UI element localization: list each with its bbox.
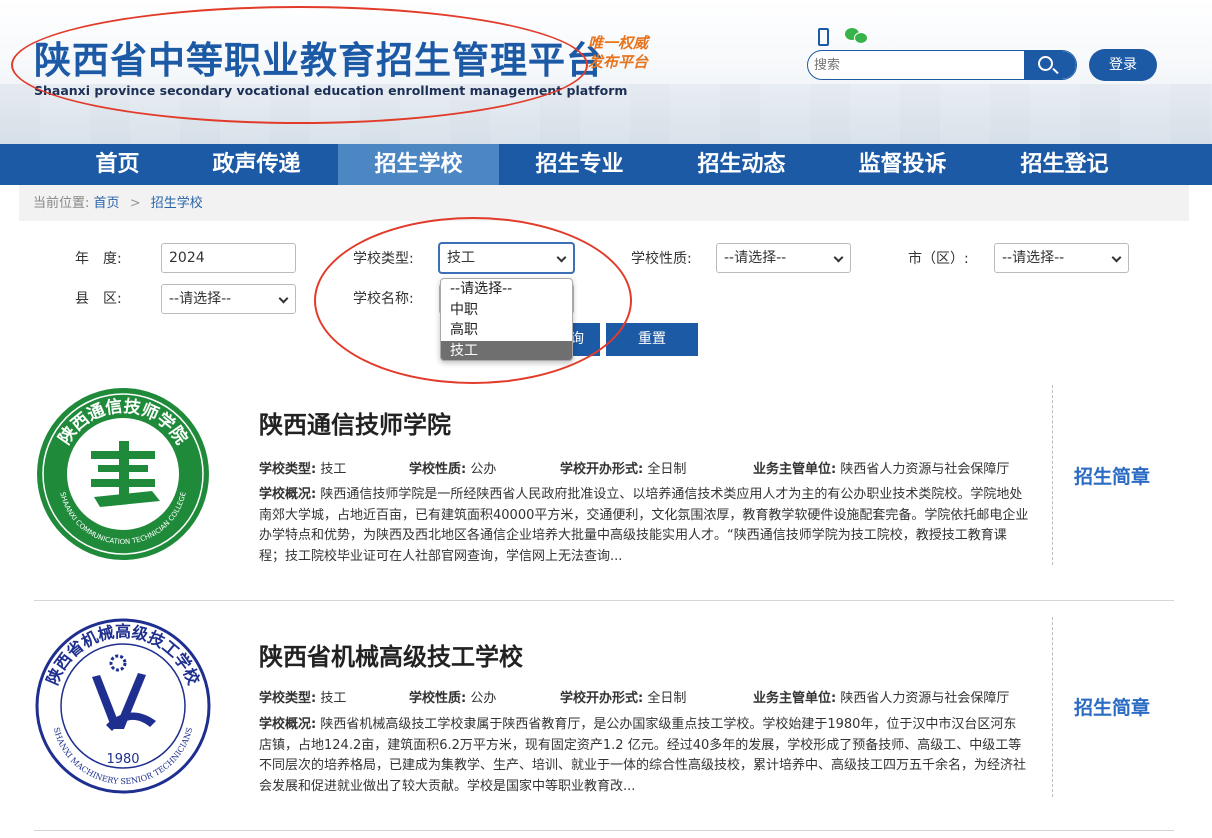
meta-label: 学校开办形式: (560, 691, 644, 706)
search-box (807, 50, 1077, 80)
overview-text: 陕西通信技师学院是一所经陕西省人民政府批准设立、以培养通信技术类应用人才为主的有… (259, 487, 1029, 564)
breadcrumb-home[interactable]: 首页 (94, 196, 120, 211)
nav-item-policy[interactable]: 政声传递 (176, 144, 337, 185)
slogan: 唯一权威 发布平台 (588, 34, 648, 72)
school-logo-communication[interactable]: 陕西通信技师学院 SHAANXI COMMUNICATION TECHNICIA… (34, 385, 212, 563)
school-type-select[interactable]: 技工 (439, 243, 574, 273)
meta-value: 技工 (320, 691, 347, 706)
school-name-label: 学校名称: (353, 291, 414, 307)
vertical-divider (1052, 617, 1053, 797)
school-nature-value: --请选择-- (724, 250, 787, 266)
card-divider (34, 600, 1174, 601)
school-overview: 学校概况: 陕西通信技师学院是一所经陕西省人民政府批准设立、以培养通信技术类应用… (259, 485, 1029, 567)
login-button[interactable]: 登录 (1089, 49, 1157, 81)
overview-text: 陕西省机械高级技工学校隶属于陕西省教育厅，是公办国家级重点技工学校。学校始建于1… (259, 717, 1027, 794)
school-form-info: 学校开办形式: 全日制 (560, 458, 686, 477)
nav-item-register[interactable]: 招生登记 (984, 144, 1145, 185)
school-type-label: 学校类型: (353, 251, 414, 267)
school-nature-select[interactable]: --请选择-- (716, 243, 851, 273)
year-input[interactable]: 2024 (161, 243, 296, 273)
school-form-info: 学校开办形式: 全日制 (560, 687, 686, 706)
chevron-down-icon (1111, 252, 1122, 263)
meta-label: 业务主管单位: (753, 691, 837, 706)
school-nature-info: 学校性质: 公办 (409, 458, 496, 477)
breadcrumb-current[interactable]: 招生学校 (151, 196, 203, 211)
school-type-dropdown: --请选择-- 中职 高职 技工 (440, 278, 573, 361)
dropdown-option[interactable]: 高职 (441, 320, 572, 341)
meta-value: 陕西省人力资源与社会保障厅 (840, 691, 1010, 706)
school-card: 陕西通信技师学院 SHAANXI COMMUNICATION TECHNICIA… (34, 385, 1174, 585)
meta-label: 学校开办形式: (560, 462, 644, 477)
year-label: 年 度: (75, 251, 122, 267)
main-nav: 首页 政声传递 招生学校 招生专业 招生动态 监督投诉 招生登记 (0, 144, 1212, 185)
mobile-phone-icon[interactable] (818, 28, 829, 46)
dropdown-option[interactable]: 中职 (441, 300, 572, 321)
breadcrumb-separator: > (129, 196, 141, 211)
city-label: 市（区）: (908, 251, 969, 267)
breadcrumb-prefix: 当前位置: (33, 196, 90, 211)
chevron-down-icon (556, 252, 567, 263)
nav-item-news[interactable]: 招生动态 (661, 144, 822, 185)
county-select[interactable]: --请选择-- (161, 284, 296, 314)
meta-value: 公办 (470, 462, 497, 477)
school-card: 陕西省机械高级技工学校 SHANXI MACHINERY SENIOR TECH… (34, 617, 1174, 827)
meta-label: 业务主管单位: (753, 462, 837, 477)
site-subtitle: Shaanxi province secondary vocational ed… (34, 83, 628, 98)
header-icons (818, 28, 868, 46)
school-nature-info: 学校性质: 公办 (409, 687, 496, 706)
breadcrumb: 当前位置: 首页 > 招生学校 (19, 185, 1189, 221)
school-name[interactable]: 陕西省机械高级技工学校 (259, 637, 523, 672)
search-input[interactable] (808, 51, 1020, 79)
school-name[interactable]: 陕西通信技师学院 (259, 405, 451, 440)
dropdown-option-selected[interactable]: 技工 (441, 340, 572, 360)
meta-label: 学校类型: (259, 691, 317, 706)
logo-year: 1980 (106, 752, 139, 767)
school-logo-machinery[interactable]: 陕西省机械高级技工学校 SHANXI MACHINERY SENIOR TECH… (34, 617, 212, 795)
county-label: 县 区: (75, 291, 122, 307)
overview-label: 学校概况: (259, 487, 317, 502)
chevron-down-icon (278, 293, 289, 304)
school-authority-info: 业务主管单位: 陕西省人力资源与社会保障厅 (753, 458, 1009, 477)
chevron-down-icon (833, 252, 844, 263)
meta-value: 技工 (320, 462, 347, 477)
slogan-line2: 发布平台 (588, 53, 649, 71)
nav-item-complaints[interactable]: 监督投诉 (822, 144, 983, 185)
meta-value: 陕西省人力资源与社会保障厅 (840, 462, 1010, 477)
school-type-info: 学校类型: 技工 (259, 687, 346, 706)
site-title[interactable]: 陕西省中等职业教育招生管理平台 (34, 30, 604, 84)
county-value: --请选择-- (169, 291, 232, 307)
nav-item-home[interactable]: 首页 (37, 144, 198, 185)
city-select[interactable]: --请选择-- (994, 243, 1129, 273)
slogan-line1: 唯一权威 (588, 34, 649, 52)
meta-label: 学校性质: (409, 691, 467, 706)
site-header: 陕西省中等职业教育招生管理平台 Shaanxi province seconda… (0, 0, 1212, 144)
brochure-link[interactable]: 招生简章 (1074, 693, 1150, 720)
meta-value: 全日制 (647, 691, 687, 706)
search-button[interactable] (1024, 51, 1076, 79)
school-overview: 学校概况: 陕西省机械高级技工学校隶属于陕西省教育厅，是公办国家级重点技工学校。… (259, 715, 1029, 797)
meta-value: 公办 (470, 691, 497, 706)
brochure-link[interactable]: 招生简章 (1074, 462, 1150, 489)
nav-item-majors[interactable]: 招生专业 (499, 144, 660, 185)
nav-item-schools[interactable]: 招生学校 (338, 144, 499, 185)
vertical-divider (1052, 385, 1053, 565)
reset-button[interactable]: 重置 (606, 323, 698, 356)
dropdown-option[interactable]: --请选择-- (441, 279, 572, 300)
search-icon (1038, 56, 1053, 71)
meta-value: 全日制 (647, 462, 687, 477)
wechat-icon[interactable] (845, 28, 868, 44)
school-type-info: 学校类型: 技工 (259, 458, 346, 477)
school-nature-label: 学校性质: (631, 251, 692, 267)
city-value: --请选择-- (1002, 250, 1065, 266)
school-type-value: 技工 (447, 250, 475, 266)
overview-label: 学校概况: (259, 717, 317, 732)
school-authority-info: 业务主管单位: 陕西省人力资源与社会保障厅 (753, 687, 1009, 706)
meta-label: 学校性质: (409, 462, 467, 477)
card-divider (34, 830, 1174, 831)
meta-label: 学校类型: (259, 462, 317, 477)
